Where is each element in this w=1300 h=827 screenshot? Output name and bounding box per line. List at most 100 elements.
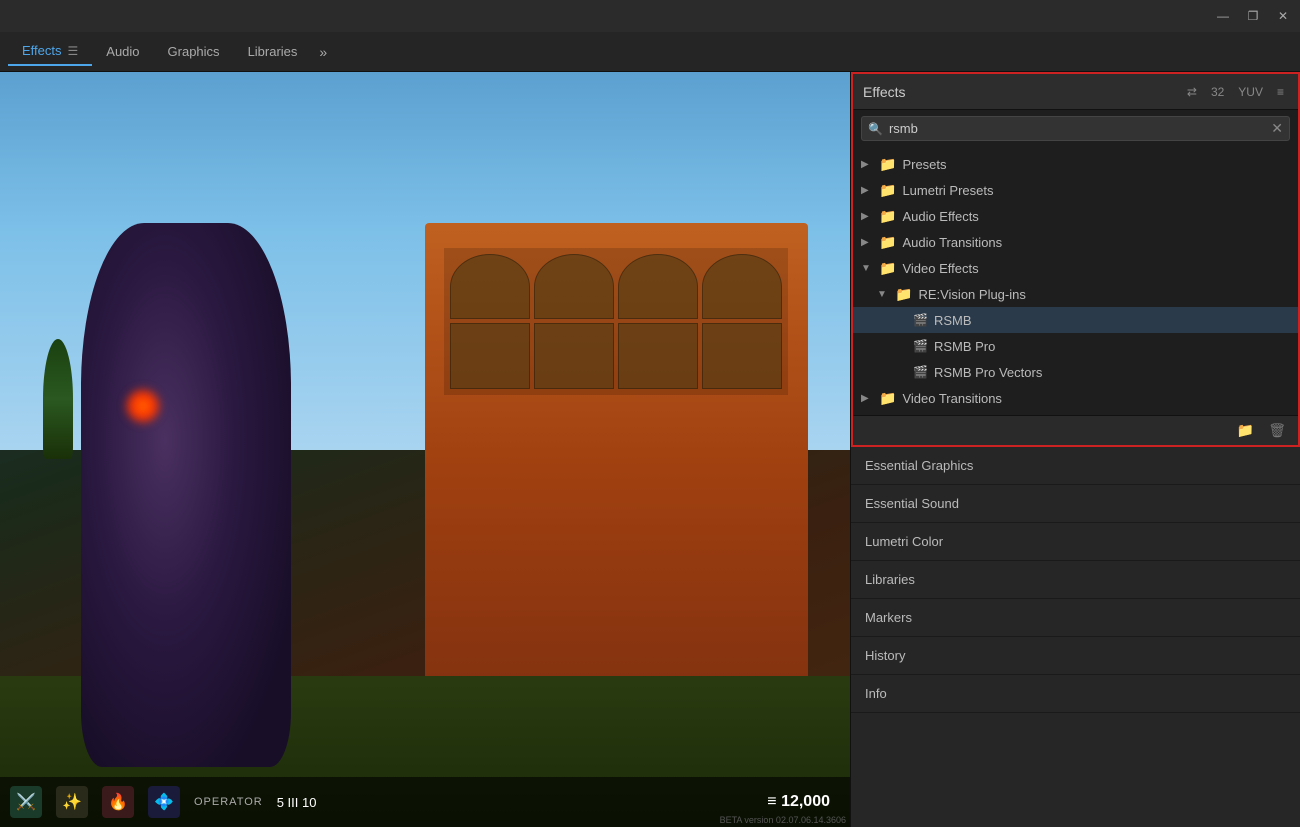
titlebar-controls: — ❐ ✕	[1214, 9, 1292, 23]
tree-item-rsmb-pro[interactable]: ▶ 🎬 RSMB Pro	[853, 333, 1298, 359]
scene-building	[425, 223, 808, 714]
window-3	[618, 254, 698, 320]
hud-operator-label: OPERATOR	[194, 796, 263, 808]
window-1	[450, 254, 530, 320]
tree-label-revision-plugins: RE:Vision Plug-ins	[918, 287, 1025, 302]
minimize-button[interactable]: —	[1214, 9, 1232, 23]
tab-more-button[interactable]: »	[311, 40, 335, 64]
tree-item-video-transitions[interactable]: ▶ 📁 Video Transitions	[853, 385, 1298, 411]
effects-header-icons: ⇄ 32 YUV ≡	[1183, 83, 1288, 101]
hud-score: ≡ 12,000	[767, 793, 830, 811]
folder-icon: 📁	[879, 234, 896, 251]
panel-label-history: History	[865, 648, 905, 663]
panel-row-markers[interactable]: Markers	[851, 599, 1300, 637]
tree-label-lumetri: Lumetri Presets	[902, 183, 993, 198]
building-windows	[444, 248, 788, 395]
hud-icon-4: 💠	[148, 786, 180, 818]
search-clear-button[interactable]: ✕	[1271, 120, 1283, 137]
chevron-right-icon: ▶	[861, 237, 873, 248]
chevron-right-icon: ▶	[861, 211, 873, 222]
panel-row-essential-sound[interactable]: Essential Sound	[851, 485, 1300, 523]
character	[43, 163, 426, 767]
effect-icon: 🎬	[913, 365, 928, 379]
character-body	[81, 223, 291, 767]
folder-icon: 📁	[879, 208, 896, 225]
search-input[interactable]	[889, 121, 1265, 136]
folder-icon: 📁	[895, 286, 912, 303]
window-5	[450, 323, 530, 389]
titlebar: — ❐ ✕	[0, 0, 1300, 32]
panel-label-info: Info	[865, 686, 887, 701]
hud-icon-3: 🔥	[102, 786, 134, 818]
tab-libraries[interactable]: Libraries	[234, 38, 312, 65]
tab-libraries-label: Libraries	[248, 44, 298, 59]
effects-panel-header: Effects ⇄ 32 YUV ≡	[853, 74, 1298, 110]
tree-label-rsmb-pro: RSMB Pro	[934, 339, 995, 354]
tree-item-audio-transitions[interactable]: ▶ 📁 Audio Transitions	[853, 229, 1298, 255]
panel-label-essential-graphics: Essential Graphics	[865, 458, 973, 473]
chevron-right-icon: ▶	[861, 159, 873, 170]
video-preview: ⚔️ ✨ 🔥 💠 OPERATOR 5 III 10 ≡ 12,000 BETA…	[0, 72, 850, 827]
effects-panel: Effects ⇄ 32 YUV ≡ 🔍 ✕ ▶ 📁	[851, 72, 1300, 447]
chevron-right-icon: ▶	[861, 185, 873, 196]
folder-icon: 📁	[879, 390, 896, 407]
tree-item-video-effects[interactable]: ▼ 📁 Video Effects	[853, 255, 1298, 281]
new-folder-button[interactable]: 📁	[1233, 420, 1258, 441]
panel-row-history[interactable]: History	[851, 637, 1300, 675]
panel-menu-button[interactable]: ≡	[1273, 83, 1288, 101]
close-button[interactable]: ✕	[1274, 9, 1292, 23]
tab-menu-icon[interactable]: ☰	[68, 44, 79, 58]
panel-label-markers: Markers	[865, 610, 912, 625]
hud-version: BETA version 02.07.06.14.3606	[720, 815, 846, 825]
window-7	[618, 323, 698, 389]
window-6	[534, 323, 614, 389]
effects-tree: ▶ 📁 Presets ▶ 📁 Lumetri Presets ▶ 📁 Audi…	[853, 147, 1298, 415]
accelerated-filter-button[interactable]: ⇄	[1183, 83, 1201, 101]
panel-label-libraries: Libraries	[865, 572, 915, 587]
panel-row-essential-graphics[interactable]: Essential Graphics	[851, 447, 1300, 485]
yuv-filter-button[interactable]: YUV	[1234, 83, 1267, 101]
tree-label-rsmb-pro-vectors: RSMB Pro Vectors	[934, 365, 1042, 380]
folder-icon: 📁	[879, 156, 896, 173]
window-2	[534, 254, 614, 320]
search-bar: 🔍 ✕	[861, 116, 1290, 141]
tab-effects[interactable]: Effects ☰	[8, 37, 92, 66]
tab-effects-label: Effects	[22, 43, 62, 58]
delete-button[interactable]: 🗑	[1264, 420, 1290, 441]
bit32-filter-button[interactable]: 32	[1207, 83, 1228, 101]
tree-label-audio-transitions: Audio Transitions	[902, 235, 1002, 250]
tree-label-rsmb: RSMB	[934, 313, 972, 328]
effects-panel-title: Effects	[863, 84, 906, 100]
tree-label-audio-effects: Audio Effects	[902, 209, 978, 224]
window-4	[702, 254, 782, 320]
chevron-right-icon: ▶	[861, 393, 873, 404]
tree-item-lumetri[interactable]: ▶ 📁 Lumetri Presets	[853, 177, 1298, 203]
tree-item-rsmb-pro-vectors[interactable]: ▶ 🎬 RSMB Pro Vectors	[853, 359, 1298, 385]
panel-row-info[interactable]: Info	[851, 675, 1300, 713]
panel-row-lumetri-color[interactable]: Lumetri Color	[851, 523, 1300, 561]
game-scene: ⚔️ ✨ 🔥 💠 OPERATOR 5 III 10 ≡ 12,000 BETA…	[0, 72, 850, 827]
search-icon: 🔍	[868, 122, 883, 136]
hud-icon-2: ✨	[56, 786, 88, 818]
hud-icon-1: ⚔️	[10, 786, 42, 818]
main-area: ⚔️ ✨ 🔥 💠 OPERATOR 5 III 10 ≡ 12,000 BETA…	[0, 72, 1300, 827]
window-8	[702, 323, 782, 389]
tab-graphics-label: Graphics	[168, 44, 220, 59]
tree-label-video-effects: Video Effects	[902, 261, 978, 276]
tab-graphics[interactable]: Graphics	[154, 38, 234, 65]
effect-icon: 🎬	[913, 339, 928, 353]
tree-item-presets[interactable]: ▶ 📁 Presets	[853, 151, 1298, 177]
hud-bottom: ⚔️ ✨ 🔥 💠 OPERATOR 5 III 10 ≡ 12,000 BETA…	[0, 777, 850, 827]
maximize-button[interactable]: ❐	[1244, 9, 1262, 23]
tab-audio[interactable]: Audio	[92, 38, 153, 65]
chevron-down-icon: ▼	[877, 289, 889, 300]
panel-row-libraries[interactable]: Libraries	[851, 561, 1300, 599]
tree-item-rsmb[interactable]: ▶ 🎬 RSMB	[853, 307, 1298, 333]
effects-footer: 📁 🗑	[853, 415, 1298, 445]
tree-item-revision-plugins[interactable]: ▼ 📁 RE:Vision Plug-ins	[853, 281, 1298, 307]
tree-label-video-transitions: Video Transitions	[902, 391, 1002, 406]
right-panel: Effects ⇄ 32 YUV ≡ 🔍 ✕ ▶ 📁	[850, 72, 1300, 827]
hud-ammo: 5 III 10	[277, 795, 317, 810]
tree-item-audio-effects[interactable]: ▶ 📁 Audio Effects	[853, 203, 1298, 229]
folder-icon: 📁	[879, 182, 896, 199]
